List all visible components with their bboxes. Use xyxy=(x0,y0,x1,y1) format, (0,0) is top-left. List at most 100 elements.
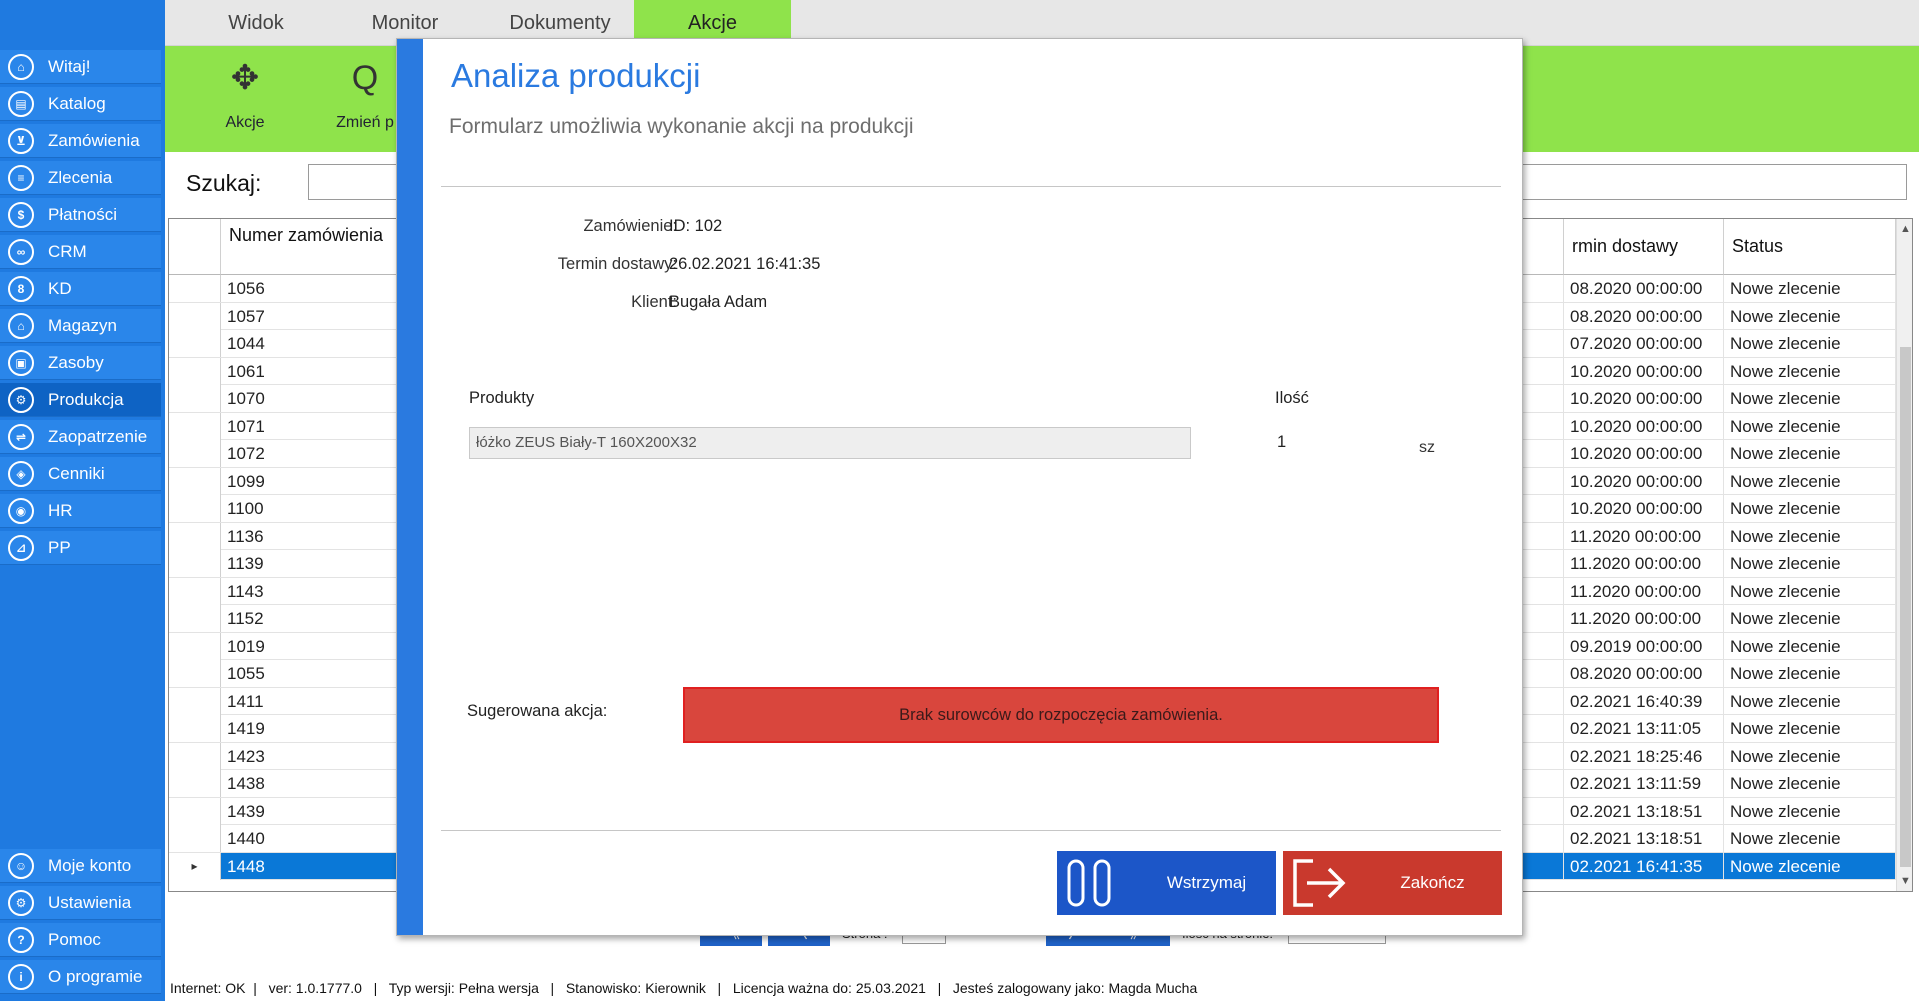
row-header[interactable] xyxy=(169,385,221,412)
suggested-action-alert: Brak surowców do rozpoczęcia zamówienia. xyxy=(683,687,1439,743)
cell-status: Nowe zlecenie xyxy=(1724,522,1896,550)
sidebar-item-platnosci[interactable]: $ Płatności xyxy=(0,198,161,232)
row-header[interactable] xyxy=(169,412,221,440)
sidebar-item-zlecenia[interactable]: ≡ Zlecenia xyxy=(0,161,161,195)
row-header[interactable] xyxy=(169,330,221,357)
column-header-status[interactable]: Status xyxy=(1724,219,1896,275)
cell-delivery: 11.2020 00:00:00 xyxy=(1564,605,1724,632)
sidebar-item-ustawienia[interactable]: ⚙ Ustawienia xyxy=(0,886,161,920)
warehouse-icon: ⌂ xyxy=(8,312,34,339)
vertical-scrollbar[interactable]: ▲ ▼ xyxy=(1896,219,1912,891)
cell-delivery: 08.2020 00:00:00 xyxy=(1564,275,1724,302)
sidebar-item-katalog[interactable]: ▤ Katalog xyxy=(0,87,161,121)
row-header[interactable] xyxy=(169,302,221,330)
sidebar-item-label: Witaj! xyxy=(48,56,91,76)
cell-delivery: 10.2020 00:00:00 xyxy=(1564,357,1724,385)
sidebar-item-label: PP xyxy=(48,537,71,557)
selected-row-marker[interactable]: ▸ xyxy=(169,852,221,880)
sidebar-item-zaopatrzenie[interactable]: ⇌ Zaopatrzenie xyxy=(0,420,161,454)
sidebar-item-magazyn[interactable]: ⌂ Magazyn xyxy=(0,309,161,343)
cell-status: Nowe zlecenie xyxy=(1724,770,1896,797)
sidebar-item-pomoc[interactable]: ? Pomoc xyxy=(0,923,161,957)
scroll-up-icon[interactable]: ▲ xyxy=(1897,219,1912,239)
pause-button[interactable]: Wstrzymaj xyxy=(1057,851,1276,915)
cell-status: Nowe zlecenie xyxy=(1724,412,1896,440)
row-header[interactable] xyxy=(169,467,221,495)
sidebar-item-label: Zasoby xyxy=(48,352,104,372)
quantity-header: Ilość xyxy=(1275,389,1309,407)
delivery-value: 26.02.2021 16:41:35 xyxy=(669,255,821,273)
sidebar-item-crm[interactable]: ∞ CRM xyxy=(0,235,161,269)
cell-status: Nowe zlecenie xyxy=(1724,687,1896,715)
sidebar-item-label: Zlecenia xyxy=(48,167,113,187)
product-field: łóżko ZEUS Biały-T 160X200X32 xyxy=(469,427,1191,459)
row-header[interactable] xyxy=(169,495,221,522)
cell-status: Nowe zlecenie xyxy=(1724,302,1896,330)
sidebar: ⌂ Witaj! ▤ Katalog ⊻ Zamówienia ≡ Zlecen… xyxy=(0,0,165,1001)
cell-status: Nowe zlecenie xyxy=(1724,330,1896,357)
cell-delivery: 02.2021 13:18:51 xyxy=(1564,825,1724,852)
cell-status: Nowe zlecenie xyxy=(1724,467,1896,495)
client-label: Klient: xyxy=(631,293,677,311)
scroll-down-icon[interactable]: ▼ xyxy=(1897,871,1912,891)
dialog-title: Analiza produkcji xyxy=(451,57,701,94)
sidebar-item-zamowienia[interactable]: ⊻ Zamówienia xyxy=(0,124,161,158)
cell-delivery: 10.2020 00:00:00 xyxy=(1564,412,1724,440)
cell-delivery: 10.2020 00:00:00 xyxy=(1564,385,1724,412)
cell-delivery: 08.2020 00:00:00 xyxy=(1564,660,1724,687)
tab-widok[interactable]: Widok xyxy=(195,0,317,46)
magnifier-icon: Q xyxy=(351,59,379,97)
row-header[interactable] xyxy=(169,660,221,687)
exit-icon xyxy=(1293,859,1346,907)
row-header[interactable] xyxy=(169,715,221,742)
sidebar-item-zasoby[interactable]: ▣ Zasoby xyxy=(0,346,161,380)
suggested-action-label: Sugerowana akcja: xyxy=(467,702,608,720)
cell-delivery: 02.2021 13:18:51 xyxy=(1564,797,1724,825)
row-header[interactable] xyxy=(169,605,221,632)
row-header[interactable] xyxy=(169,577,221,605)
scrollbar-thumb[interactable] xyxy=(1900,347,1911,867)
move-arrows-icon: ✥ xyxy=(230,59,260,97)
sidebar-item-cenniki[interactable]: ◈ Cenniki xyxy=(0,457,161,491)
row-header[interactable] xyxy=(169,357,221,385)
row-header[interactable] xyxy=(169,770,221,797)
row-header[interactable] xyxy=(169,440,221,467)
sidebar-item-produkcja[interactable]: ⚙ Produkcja xyxy=(0,383,161,417)
cell-status: Nowe zlecenie xyxy=(1724,357,1896,385)
cell-delivery: 09.2019 00:00:00 xyxy=(1564,632,1724,660)
production-icon: ⚙ xyxy=(8,386,34,413)
sidebar-item-moje-konto[interactable]: ☺ Moje konto xyxy=(0,849,161,883)
column-header-delivery[interactable]: rmin dostawy xyxy=(1564,219,1724,275)
cell-delivery: 11.2020 00:00:00 xyxy=(1564,522,1724,550)
row-header[interactable] xyxy=(169,275,221,302)
sidebar-item-witaj[interactable]: ⌂ Witaj! xyxy=(0,50,161,84)
search-label: Szukaj: xyxy=(186,170,262,196)
row-header[interactable] xyxy=(169,742,221,770)
sidebar-item-label: Ustawienia xyxy=(48,892,132,912)
cell-delivery: 10.2020 00:00:00 xyxy=(1564,467,1724,495)
row-header[interactable] xyxy=(169,825,221,852)
cell-status: Nowe zlecenie xyxy=(1724,440,1896,467)
row-header[interactable] xyxy=(169,550,221,577)
sidebar-item-o-programie[interactable]: i O programie xyxy=(0,960,161,994)
crm-icon: ∞ xyxy=(8,238,34,265)
cell-status: Nowe zlecenie xyxy=(1724,852,1896,880)
ribbon-actions-button[interactable]: ✥ Akcje xyxy=(195,46,295,152)
dialog-divider xyxy=(441,186,1501,187)
quantity-value: 1 xyxy=(1277,433,1287,451)
row-header[interactable] xyxy=(169,522,221,550)
sidebar-item-label: HR xyxy=(48,500,73,520)
sidebar-item-hr[interactable]: ◉ HR xyxy=(0,494,161,528)
cell-status: Nowe zlecenie xyxy=(1724,275,1896,302)
row-header[interactable] xyxy=(169,632,221,660)
row-header[interactable] xyxy=(169,687,221,715)
finish-button-label: Zakończ xyxy=(1400,873,1465,892)
sidebar-item-kd[interactable]: 8 KD xyxy=(0,272,161,306)
row-header[interactable] xyxy=(169,797,221,825)
account-icon: ☺ xyxy=(8,852,34,879)
finish-button[interactable]: Zakończ xyxy=(1283,851,1502,915)
cell-status: Nowe zlecenie xyxy=(1724,825,1896,852)
dollar-icon: $ xyxy=(8,201,34,228)
cell-delivery: 11.2020 00:00:00 xyxy=(1564,577,1724,605)
sidebar-item-pp[interactable]: ⊿ PP xyxy=(0,531,161,565)
